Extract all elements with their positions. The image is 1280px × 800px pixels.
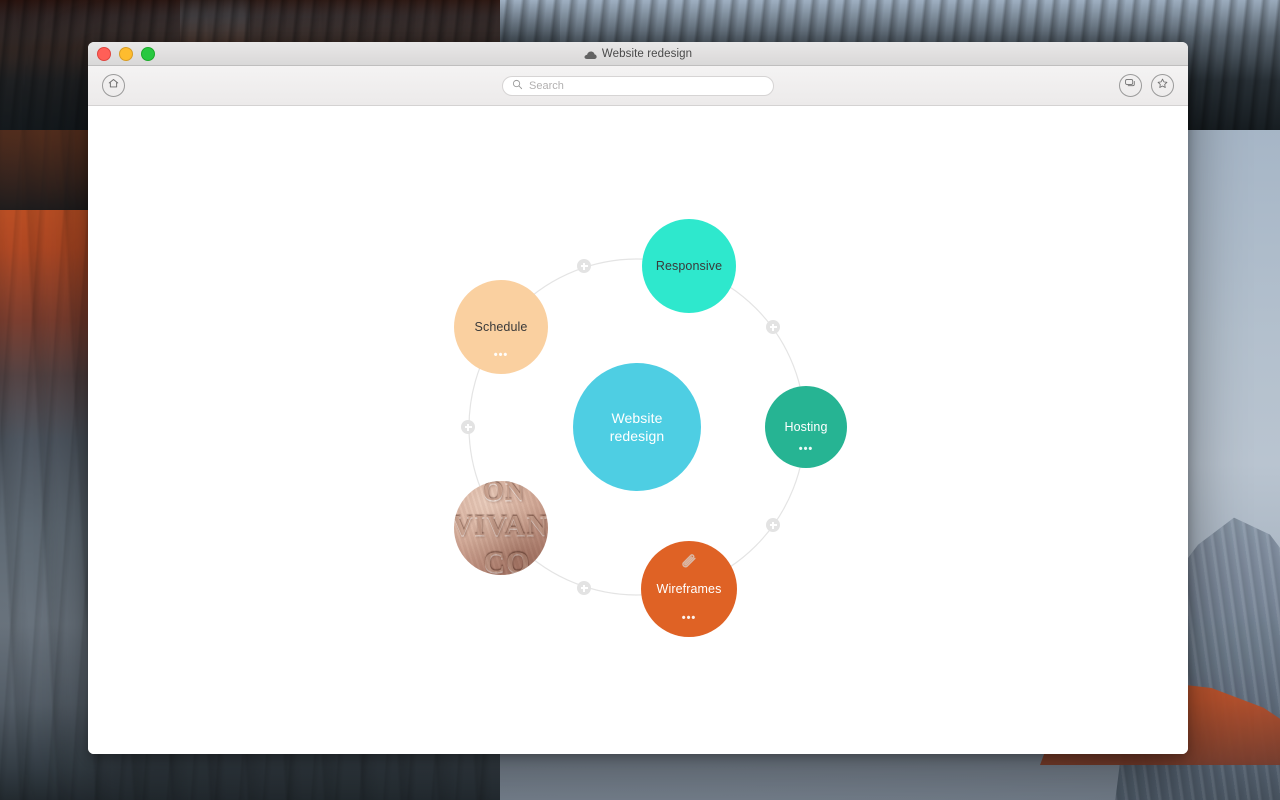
favorite-button[interactable]	[1151, 74, 1174, 97]
close-button[interactable]	[97, 46, 111, 61]
cloud-icon	[584, 50, 597, 60]
photo-texture	[454, 481, 548, 575]
node-schedule[interactable]: Schedule •••	[454, 280, 548, 374]
node-label-line: Website	[611, 410, 663, 426]
window-title-group: Website redesign	[88, 48, 1188, 60]
node-wireframes[interactable]: Wireframes •••	[641, 541, 737, 637]
node-more-dots[interactable]: •••	[799, 444, 814, 455]
add-between-photo-schedule[interactable]	[461, 420, 475, 434]
node-label: Hosting	[784, 419, 828, 434]
node-more-dots[interactable]: •••	[494, 350, 509, 361]
comments-icon	[1124, 77, 1137, 95]
toolbar	[88, 66, 1188, 106]
app-window: Website redesign Search Responsive Hosti…	[88, 42, 1188, 754]
node-hosting[interactable]: Hosting •••	[765, 386, 847, 468]
search-icon	[512, 77, 523, 95]
node-label: Responsive	[655, 258, 723, 273]
add-between-schedule-responsive[interactable]	[577, 259, 591, 273]
window-title-text: Website redesign	[601, 47, 693, 60]
paperclip-icon	[678, 553, 700, 573]
search-field[interactable]	[502, 75, 774, 96]
mindmap-canvas[interactable]: Responsive Hosting ••• Wireframes ••• ONVIVAN…	[88, 106, 1188, 754]
home-icon	[107, 77, 120, 95]
comments-button[interactable]	[1119, 74, 1142, 97]
home-button[interactable]	[102, 74, 125, 97]
add-between-wireframes-photo[interactable]	[577, 581, 591, 595]
star-badge-icon	[1156, 77, 1169, 95]
node-photo[interactable]: ONVIVANCO	[454, 481, 548, 575]
node-center[interactable]: Website redesign	[573, 363, 701, 491]
node-label: Wireframes	[656, 581, 722, 596]
node-label: Website redesign	[604, 409, 671, 445]
search-input[interactable]	[529, 79, 764, 92]
node-responsive[interactable]: Responsive	[642, 219, 736, 313]
add-between-hosting-wireframes[interactable]	[766, 518, 780, 532]
window-titlebar[interactable]: Website redesign	[88, 42, 1188, 66]
window-controls	[97, 46, 155, 61]
minimize-button[interactable]	[119, 46, 133, 61]
node-label: Schedule	[474, 319, 528, 334]
node-more-dots[interactable]: •••	[682, 613, 697, 624]
node-label-line: redesign	[609, 428, 665, 444]
zoom-button[interactable]	[141, 46, 155, 61]
toolbar-right-actions	[1119, 74, 1174, 97]
add-between-responsive-hosting[interactable]	[766, 320, 780, 334]
